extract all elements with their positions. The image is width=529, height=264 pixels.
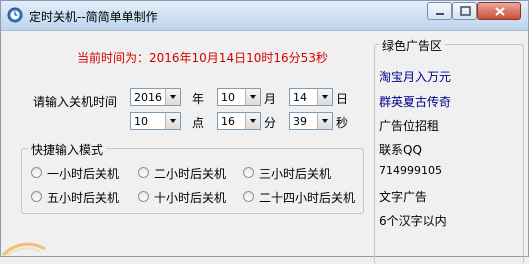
second-select[interactable]: 39: [289, 112, 333, 130]
window-title: 定时关机--简简单单制作: [29, 10, 158, 24]
minute-unit-label: 分: [264, 116, 277, 130]
radio-label: 二十四小时后关机: [259, 191, 356, 205]
maximize-button[interactable]: [452, 2, 477, 20]
ad-panel-legend: 绿色广告区: [379, 37, 446, 54]
day-select[interactable]: 14: [289, 88, 333, 106]
ad-text-qq-number: 714999105: [379, 164, 442, 177]
ad-link-taobao[interactable]: 淘宝月入万元: [379, 68, 451, 85]
ad-text-limit: 6个汉字以内: [379, 214, 447, 228]
radio-circle-icon[interactable]: [243, 191, 254, 202]
radio-circle-icon[interactable]: [138, 191, 149, 202]
ad-text-rent: 广告位招租: [379, 119, 440, 133]
maximize-icon: [460, 6, 471, 16]
radio-label: 二小时后关机: [154, 167, 227, 181]
ad-link-game[interactable]: 群英夏古传奇: [379, 93, 451, 110]
title-bar: 定时关机--简简单单制作: [1, 1, 528, 31]
second-unit-label: 秒: [336, 116, 349, 130]
hour-select[interactable]: 10: [130, 112, 181, 130]
ad-text-contact: 联系QQ: [379, 143, 422, 157]
radio-circle-icon[interactable]: [31, 191, 42, 202]
month-select[interactable]: 10: [217, 88, 261, 106]
year-unit-label: 年: [192, 92, 205, 106]
minimize-icon: [436, 13, 444, 15]
hour-unit-label: 点: [192, 116, 205, 130]
ad-text-text-ad: 文字广告: [379, 190, 428, 204]
close-button[interactable]: [477, 2, 521, 20]
radio-label: 一小时后关机: [47, 167, 120, 181]
quick-mode-legend: 快捷输入模式: [28, 141, 107, 158]
close-icon: [495, 7, 505, 16]
month-value: 10: [221, 91, 235, 104]
minute-value: 16: [221, 115, 235, 128]
radio-label: 五小时后关机: [47, 191, 120, 205]
radio-circle-icon[interactable]: [31, 167, 42, 178]
chevron-down-icon[interactable]: [165, 113, 180, 129]
chevron-down-icon[interactable]: [165, 89, 180, 105]
current-time-text: 当前时间为：2016年10月14日10时16分53秒: [77, 51, 328, 65]
day-unit-label: 日: [336, 92, 349, 106]
year-select[interactable]: 2016: [130, 88, 181, 106]
second-value: 39: [293, 115, 307, 128]
shutdown-time-label: 请输入关机时间: [33, 95, 118, 109]
chevron-down-icon[interactable]: [245, 113, 260, 129]
chevron-down-icon[interactable]: [317, 89, 332, 105]
radio-circle-icon[interactable]: [243, 167, 254, 178]
hour-value: 10: [134, 115, 148, 128]
minute-select[interactable]: 16: [217, 112, 261, 130]
chevron-down-icon[interactable]: [245, 89, 260, 105]
day-value: 14: [293, 91, 307, 104]
minimize-button[interactable]: [427, 2, 452, 20]
chevron-down-icon[interactable]: [317, 113, 332, 129]
month-unit-label: 月: [264, 92, 277, 106]
main-window: 定时关机--简简单单制作 当前时间为：2016年10月14日10时16分53秒 …: [0, 0, 529, 264]
radio-label: 十小时后关机: [154, 191, 227, 205]
radio-label: 三小时后关机: [259, 167, 332, 181]
app-icon: [7, 7, 23, 23]
radio-circle-icon[interactable]: [138, 167, 149, 178]
year-value: 2016: [134, 91, 162, 104]
swoosh-decoration-icon: [1, 242, 46, 256]
